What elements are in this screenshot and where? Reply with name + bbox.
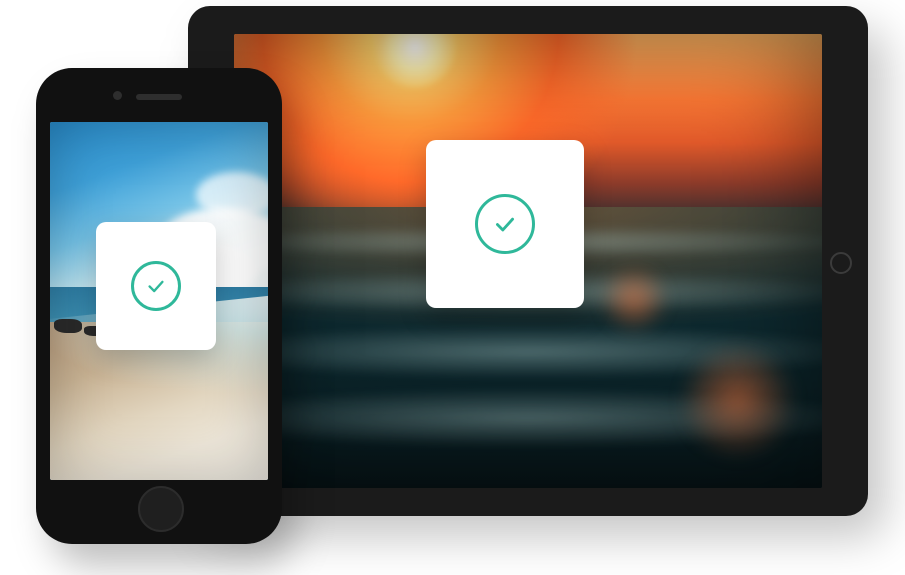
phone-home-button[interactable]: [138, 486, 184, 532]
check-circle-icon: [131, 261, 181, 311]
phone-success-card: [96, 222, 216, 350]
phone-speaker: [136, 94, 182, 100]
phone-front-camera: [113, 91, 122, 100]
tablet-success-card: [426, 140, 584, 308]
check-icon: [145, 275, 167, 297]
device-mockup-stage: [0, 0, 905, 575]
tablet-home-button[interactable]: [830, 252, 852, 274]
check-icon: [492, 211, 518, 237]
check-circle-icon: [475, 194, 535, 254]
